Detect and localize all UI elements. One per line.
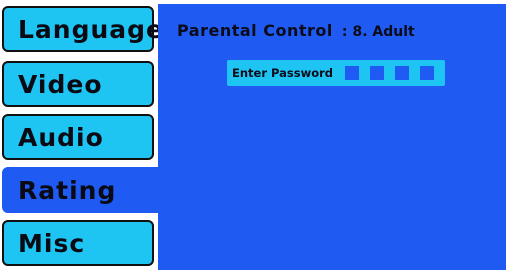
menu-item-label: Misc: [18, 228, 86, 258]
parental-control-row[interactable]: Parental Control : 8. Adult: [177, 21, 415, 40]
menu-item-video[interactable]: Video: [2, 61, 154, 107]
menu-item-rating[interactable]: Rating: [2, 167, 162, 213]
setup-screen: Language Video Audio Rating Misc Parenta…: [0, 0, 507, 274]
menu-item-label: Language: [18, 14, 165, 44]
password-entry-box[interactable]: Enter Password: [227, 60, 445, 86]
password-digit-4[interactable]: [420, 66, 434, 80]
password-digit-1[interactable]: [345, 66, 359, 80]
menu-item-misc[interactable]: Misc: [2, 220, 154, 266]
rating-panel: Parental Control : 8. Adult Enter Passwo…: [158, 4, 506, 270]
password-label: Enter Password: [232, 66, 334, 80]
parental-control-separator: :: [341, 24, 348, 40]
menu-item-label: Video: [18, 69, 103, 99]
menu-item-language[interactable]: Language: [2, 6, 163, 52]
password-digit-3[interactable]: [395, 66, 409, 80]
menu-item-label: Rating: [18, 175, 117, 205]
password-digit-2[interactable]: [370, 66, 384, 80]
menu-item-audio[interactable]: Audio: [2, 114, 154, 160]
parental-control-label: Parental Control: [177, 21, 333, 40]
parental-control-value: 8. Adult: [352, 24, 415, 40]
menu-item-label: Audio: [18, 122, 104, 152]
